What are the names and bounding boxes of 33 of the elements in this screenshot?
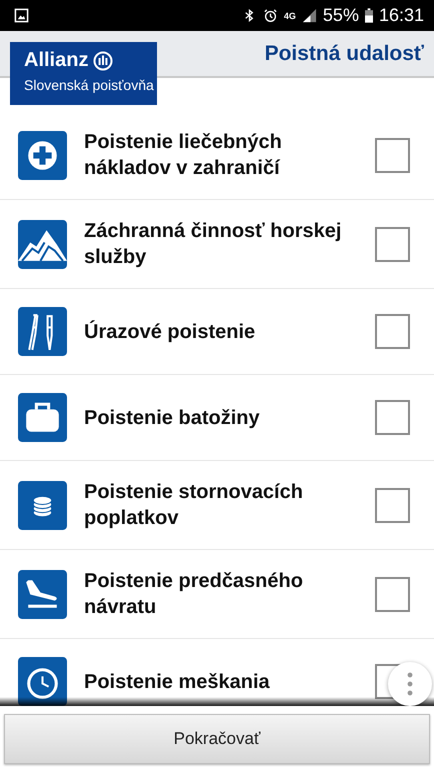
plane-icon xyxy=(18,570,67,618)
checkbox[interactable] xyxy=(375,138,410,172)
logo-wordmark: Allianz xyxy=(24,49,88,72)
gallery-icon xyxy=(14,8,29,23)
checkbox[interactable] xyxy=(375,400,410,435)
network-label: 4G xyxy=(284,10,296,20)
item-label: Poistenie batožiny xyxy=(84,406,261,430)
continue-button[interactable]: Pokračovať xyxy=(4,714,430,764)
emblem-icon xyxy=(93,50,114,70)
checkbox[interactable] xyxy=(375,226,410,262)
item-label: Poistenie meškania xyxy=(84,670,271,694)
battery-level: 55% xyxy=(322,5,359,26)
item-label: Úrazové poistenie xyxy=(84,319,256,344)
crutches-icon xyxy=(18,307,67,356)
signal-icon xyxy=(302,8,317,23)
more-menu[interactable] xyxy=(388,662,432,706)
battery-icon xyxy=(364,8,373,23)
coins-icon xyxy=(18,480,67,530)
mountain-icon xyxy=(18,220,67,268)
alarm-icon xyxy=(262,8,278,23)
clock-time: 16:31 xyxy=(378,5,424,26)
screen-title: Poistná udalosť xyxy=(264,42,424,66)
checkbox[interactable] xyxy=(375,576,410,612)
checkbox[interactable] xyxy=(375,314,410,349)
item-label: Poistenie liečebných nákladov v zahraničí xyxy=(84,130,283,181)
suitcase-icon xyxy=(18,393,67,442)
logo-subtitle: Slovenská poisťovňa xyxy=(24,77,155,93)
item-label: Poistenie stornovacích poplatkov xyxy=(84,480,304,531)
item-label: Poistenie predčasného návratu xyxy=(84,569,304,620)
checkbox[interactable] xyxy=(375,488,410,522)
item-label: Záchranná činnosť horskej služby xyxy=(84,219,342,270)
more-icon xyxy=(407,672,413,696)
cross-icon xyxy=(18,130,67,180)
